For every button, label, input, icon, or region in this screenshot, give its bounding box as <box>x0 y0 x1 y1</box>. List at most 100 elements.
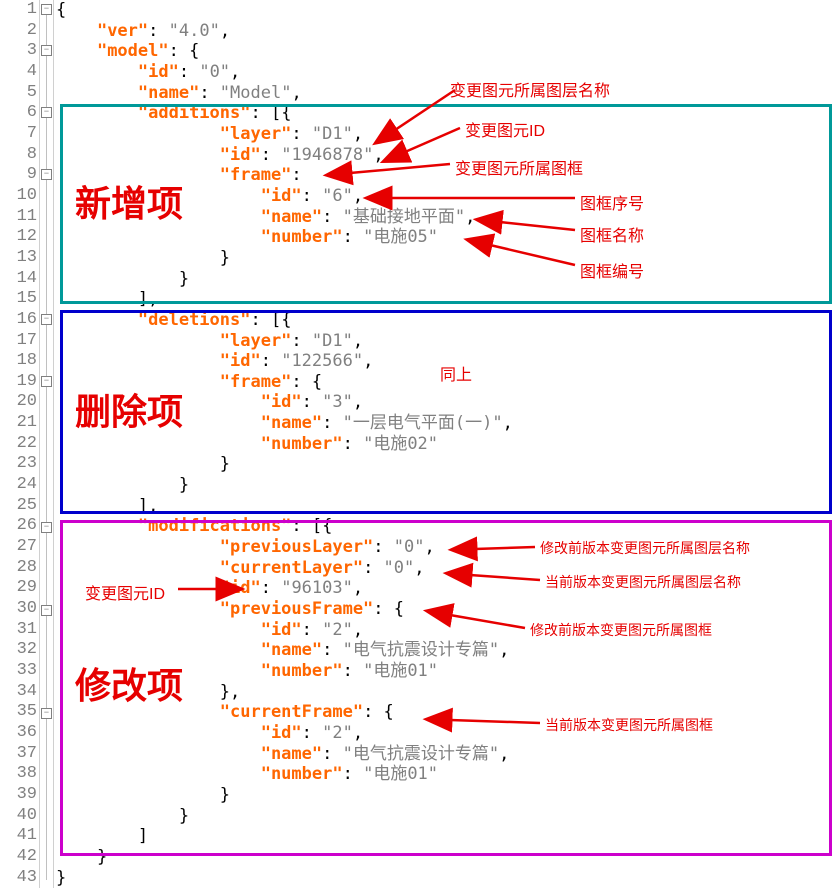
line-number: 17 <box>0 331 37 352</box>
line-number: 4 <box>0 62 37 83</box>
line-number: 6 <box>0 103 37 124</box>
json-key: "name" <box>261 640 322 660</box>
fold-icon[interactable]: − <box>41 314 52 325</box>
line-number: 20 <box>0 392 37 413</box>
line-number: 24 <box>0 475 37 496</box>
json-value: "4.0" <box>169 21 220 41</box>
json-key: "number" <box>261 661 343 681</box>
fold-icon[interactable]: − <box>41 45 52 56</box>
json-value: "1946878" <box>281 145 373 165</box>
line-number: 31 <box>0 620 37 641</box>
line-number: 41 <box>0 826 37 847</box>
fold-icon[interactable]: − <box>41 4 52 15</box>
line-number: 2 <box>0 21 37 42</box>
json-value: "0" <box>384 558 415 578</box>
json-key: "id" <box>138 62 179 82</box>
line-number: 25 <box>0 496 37 517</box>
line-number: 35 <box>0 702 37 723</box>
line-number: 11 <box>0 207 37 228</box>
code-area[interactable]: { "ver": "4.0", "model": { "id": "0", "n… <box>54 0 839 888</box>
line-number: 13 <box>0 248 37 269</box>
line-number: 5 <box>0 83 37 104</box>
json-value: "0" <box>394 537 425 557</box>
json-value: "0" <box>199 62 230 82</box>
json-key: "id" <box>220 578 261 598</box>
line-number: 39 <box>0 785 37 806</box>
json-value: "3" <box>322 392 353 412</box>
line-number: 10 <box>0 186 37 207</box>
json-value: "电施01" <box>363 661 438 681</box>
json-value: "122566" <box>281 351 363 371</box>
line-number: 19 <box>0 372 37 393</box>
json-key: "ver" <box>97 21 148 41</box>
line-number: 40 <box>0 806 37 827</box>
json-value: "电施05" <box>363 227 438 247</box>
json-value: "96103" <box>281 578 353 598</box>
json-value: "电施02" <box>363 434 438 454</box>
line-number: 30 <box>0 599 37 620</box>
json-key: "model" <box>97 41 169 61</box>
json-key: "number" <box>261 764 343 784</box>
line-number: 3 <box>0 41 37 62</box>
line-number: 9 <box>0 165 37 186</box>
json-key: "currentLayer" <box>220 558 363 578</box>
json-key: "id" <box>261 723 302 743</box>
fold-icon[interactable]: − <box>41 376 52 387</box>
json-key: "id" <box>220 351 261 371</box>
line-number: 23 <box>0 454 37 475</box>
json-value: "2" <box>322 723 353 743</box>
line-number: 16 <box>0 310 37 331</box>
json-key: "frame" <box>220 372 292 392</box>
brace: { <box>56 0 66 20</box>
line-number: 36 <box>0 723 37 744</box>
line-number: 26 <box>0 516 37 537</box>
line-number: 37 <box>0 744 37 765</box>
fold-icon[interactable]: − <box>41 708 52 719</box>
line-number: 43 <box>0 868 37 889</box>
json-value: "Model" <box>220 83 292 103</box>
line-number: 21 <box>0 413 37 434</box>
line-number: 42 <box>0 847 37 868</box>
json-key: "number" <box>261 434 343 454</box>
line-number: 7 <box>0 124 37 145</box>
line-number: 22 <box>0 434 37 455</box>
json-value: "一层电气平面(一)" <box>343 413 503 433</box>
line-number: 29 <box>0 578 37 599</box>
line-number: 14 <box>0 269 37 290</box>
code-editor: 1234567891011121314151617181920212223242… <box>0 0 839 888</box>
json-value: "电施01" <box>363 764 438 784</box>
json-key: "modifications" <box>138 516 292 536</box>
json-key: "number" <box>261 227 343 247</box>
line-number-gutter: 1234567891011121314151617181920212223242… <box>0 0 40 888</box>
json-key: "id" <box>261 392 302 412</box>
line-number: 34 <box>0 682 37 703</box>
json-key: "layer" <box>220 331 292 351</box>
json-key: "name" <box>261 207 322 227</box>
fold-icon[interactable]: − <box>41 107 52 118</box>
json-value: "基础接地平面" <box>343 207 465 227</box>
line-number: 28 <box>0 558 37 579</box>
fold-icon[interactable]: − <box>41 169 52 180</box>
json-value: "2" <box>322 620 353 640</box>
fold-icon[interactable]: − <box>41 605 52 616</box>
json-key: "id" <box>220 145 261 165</box>
json-key: "additions" <box>138 103 251 123</box>
json-key: "deletions" <box>138 310 251 330</box>
json-value: "D1" <box>312 331 353 351</box>
line-number: 33 <box>0 661 37 682</box>
json-key: "previousLayer" <box>220 537 374 557</box>
json-key: "name" <box>261 744 322 764</box>
json-value: "电气抗震设计专篇" <box>343 640 499 660</box>
line-number: 18 <box>0 351 37 372</box>
line-number: 1 <box>0 0 37 21</box>
json-key: "name" <box>261 413 322 433</box>
json-key: "name" <box>138 83 199 103</box>
json-value: "电气抗震设计专篇" <box>343 744 499 764</box>
fold-gutter: − − − − − − − − − <box>40 0 54 888</box>
line-number: 8 <box>0 145 37 166</box>
json-value: "6" <box>322 186 353 206</box>
fold-icon[interactable]: − <box>41 522 52 533</box>
line-number: 32 <box>0 640 37 661</box>
json-key: "currentFrame" <box>220 702 363 722</box>
line-number: 12 <box>0 227 37 248</box>
